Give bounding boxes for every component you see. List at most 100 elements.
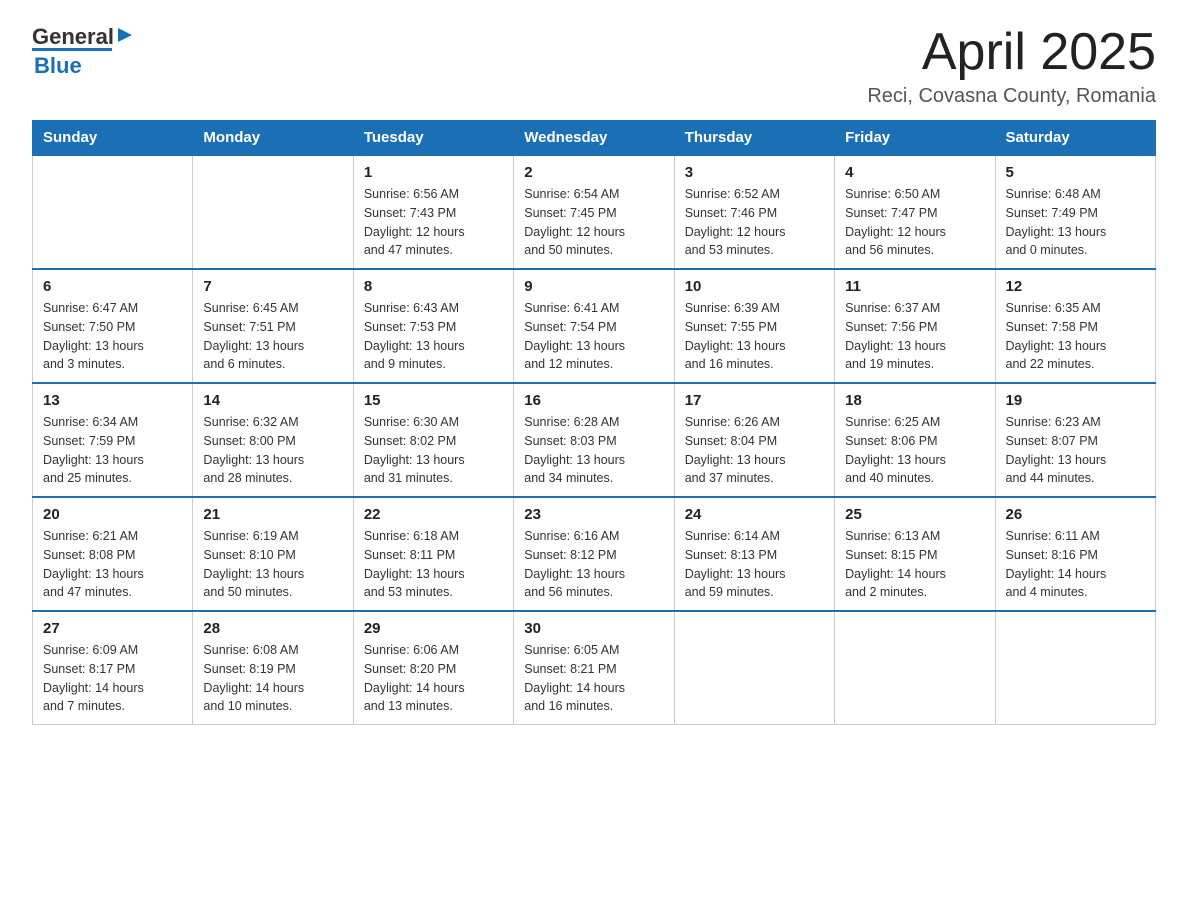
day-info: Sunrise: 6:08 AMSunset: 8:19 PMDaylight:… bbox=[203, 641, 342, 716]
day-info: Sunrise: 6:21 AMSunset: 8:08 PMDaylight:… bbox=[43, 527, 182, 602]
calendar-cell: 5 Sunrise: 6:48 AMSunset: 7:49 PMDaylight… bbox=[995, 155, 1155, 269]
day-info: Sunrise: 6:11 AMSunset: 8:16 PMDaylight:… bbox=[1006, 527, 1145, 602]
calendar-cell bbox=[995, 611, 1155, 725]
day-number: 29 bbox=[364, 620, 503, 637]
day-number: 6 bbox=[43, 278, 182, 295]
day-info: Sunrise: 6:23 AMSunset: 8:07 PMDaylight:… bbox=[1006, 413, 1145, 488]
calendar-header: SundayMondayTuesdayWednesdayThursdayFrid… bbox=[33, 121, 1156, 156]
calendar-cell: 18Sunrise: 6:25 AMSunset: 8:06 PMDayligh… bbox=[835, 383, 995, 497]
calendar-cell: 1 Sunrise: 6:56 AMSunset: 7:43 PMDaylight… bbox=[353, 155, 513, 269]
day-number: 12 bbox=[1006, 278, 1145, 295]
calendar-cell: 7Sunrise: 6:45 AMSunset: 7:51 PMDaylight… bbox=[193, 269, 353, 383]
day-number: 7 bbox=[203, 278, 342, 295]
calendar-cell: 22 Sunrise: 6:18 AMSunset: 8:11 PMDayligh… bbox=[353, 497, 513, 611]
calendar-cell: 4Sunrise: 6:50 AMSunset: 7:47 PMDaylight… bbox=[835, 155, 995, 269]
day-number: 13 bbox=[43, 392, 182, 409]
calendar-cell: 2Sunrise: 6:54 AMSunset: 7:45 PMDaylight… bbox=[514, 155, 674, 269]
calendar-cell bbox=[193, 155, 353, 269]
day-info: Sunrise: 6:18 AMSunset: 8:11 PMDaylight:… bbox=[364, 527, 503, 602]
day-info: Sunrise: 6:16 AMSunset: 8:12 PMDaylight:… bbox=[524, 527, 663, 602]
calendar-cell: 11 Sunrise: 6:37 AMSunset: 7:56 PMDayligh… bbox=[835, 269, 995, 383]
day-number: 18 bbox=[845, 392, 984, 409]
day-info: Sunrise: 6:28 AMSunset: 8:03 PMDaylight:… bbox=[524, 413, 663, 488]
day-info: Sunrise: 6:37 AMSunset: 7:56 PMDaylight:… bbox=[845, 299, 984, 374]
calendar-cell: 16 Sunrise: 6:28 AMSunset: 8:03 PMDayligh… bbox=[514, 383, 674, 497]
day-info: Sunrise: 6:56 AMSunset: 7:43 PMDaylight:… bbox=[364, 185, 503, 260]
logo-arrow-icon bbox=[116, 24, 134, 50]
day-number: 26 bbox=[1006, 506, 1145, 523]
day-info: Sunrise: 6:35 AMSunset: 7:58 PMDaylight:… bbox=[1006, 299, 1145, 374]
header-monday: Monday bbox=[193, 121, 353, 156]
day-number: 3 bbox=[685, 164, 824, 181]
header-friday: Friday bbox=[835, 121, 995, 156]
header-wednesday: Wednesday bbox=[514, 121, 674, 156]
calendar-cell: 9 Sunrise: 6:41 AMSunset: 7:54 PMDaylight… bbox=[514, 269, 674, 383]
calendar-cell: 3 Sunrise: 6:52 AMSunset: 7:46 PMDaylight… bbox=[674, 155, 834, 269]
day-info: Sunrise: 6:13 AMSunset: 8:15 PMDaylight:… bbox=[845, 527, 984, 602]
day-info: Sunrise: 6:47 AMSunset: 7:50 PMDaylight:… bbox=[43, 299, 182, 374]
day-number: 8 bbox=[364, 278, 503, 295]
day-number: 23 bbox=[524, 506, 663, 523]
day-number: 15 bbox=[364, 392, 503, 409]
calendar-cell: 21 Sunrise: 6:19 AMSunset: 8:10 PMDayligh… bbox=[193, 497, 353, 611]
calendar-cell bbox=[674, 611, 834, 725]
header-thursday: Thursday bbox=[674, 121, 834, 156]
day-info: Sunrise: 6:26 AMSunset: 8:04 PMDaylight:… bbox=[685, 413, 824, 488]
calendar-cell: 10 Sunrise: 6:39 AMSunset: 7:55 PMDayligh… bbox=[674, 269, 834, 383]
day-info: Sunrise: 6:30 AMSunset: 8:02 PMDaylight:… bbox=[364, 413, 503, 488]
day-info: Sunrise: 6:48 AMSunset: 7:49 PMDaylight:… bbox=[1006, 185, 1145, 260]
page-header: General Blue April 2025 Reci, Covasna Co… bbox=[32, 24, 1156, 108]
calendar-cell: 17Sunrise: 6:26 AMSunset: 8:04 PMDayligh… bbox=[674, 383, 834, 497]
day-info: Sunrise: 6:34 AMSunset: 7:59 PMDaylight:… bbox=[43, 413, 182, 488]
day-info: Sunrise: 6:06 AMSunset: 8:20 PMDaylight:… bbox=[364, 641, 503, 716]
week-row-4: 20 Sunrise: 6:21 AMSunset: 8:08 PMDayligh… bbox=[33, 497, 1156, 611]
day-number: 24 bbox=[685, 506, 824, 523]
week-row-3: 13 Sunrise: 6:34 AMSunset: 7:59 PMDayligh… bbox=[33, 383, 1156, 497]
header-saturday: Saturday bbox=[995, 121, 1155, 156]
day-info: Sunrise: 6:39 AMSunset: 7:55 PMDaylight:… bbox=[685, 299, 824, 374]
day-number: 20 bbox=[43, 506, 182, 523]
calendar-cell: 6 Sunrise: 6:47 AMSunset: 7:50 PMDaylight… bbox=[33, 269, 193, 383]
day-number: 11 bbox=[845, 278, 984, 295]
calendar-cell: 26 Sunrise: 6:11 AMSunset: 8:16 PMDayligh… bbox=[995, 497, 1155, 611]
day-number: 28 bbox=[203, 620, 342, 637]
day-number: 16 bbox=[524, 392, 663, 409]
day-number: 9 bbox=[524, 278, 663, 295]
calendar-table: SundayMondayTuesdayWednesdayThursdayFrid… bbox=[32, 120, 1156, 725]
week-row-1: 1 Sunrise: 6:56 AMSunset: 7:43 PMDaylight… bbox=[33, 155, 1156, 269]
calendar-cell bbox=[33, 155, 193, 269]
week-row-2: 6 Sunrise: 6:47 AMSunset: 7:50 PMDaylight… bbox=[33, 269, 1156, 383]
day-number: 22 bbox=[364, 506, 503, 523]
day-info: Sunrise: 6:52 AMSunset: 7:46 PMDaylight:… bbox=[685, 185, 824, 260]
month-title: April 2025 bbox=[867, 24, 1156, 81]
calendar-cell: 30 Sunrise: 6:05 AMSunset: 8:21 PMDayligh… bbox=[514, 611, 674, 725]
calendar-cell: 28 Sunrise: 6:08 AMSunset: 8:19 PMDayligh… bbox=[193, 611, 353, 725]
day-info: Sunrise: 6:43 AMSunset: 7:53 PMDaylight:… bbox=[364, 299, 503, 374]
calendar-cell: 23 Sunrise: 6:16 AMSunset: 8:12 PMDayligh… bbox=[514, 497, 674, 611]
day-number: 10 bbox=[685, 278, 824, 295]
calendar-cell: 19 Sunrise: 6:23 AMSunset: 8:07 PMDayligh… bbox=[995, 383, 1155, 497]
logo-blue-text: Blue bbox=[34, 53, 82, 78]
location-subtitle: Reci, Covasna County, Romania bbox=[867, 85, 1156, 108]
days-of-week-row: SundayMondayTuesdayWednesdayThursdayFrid… bbox=[33, 121, 1156, 156]
title-block: April 2025 Reci, Covasna County, Romania bbox=[867, 24, 1156, 108]
calendar-cell bbox=[835, 611, 995, 725]
calendar-cell: 15 Sunrise: 6:30 AMSunset: 8:02 PMDayligh… bbox=[353, 383, 513, 497]
calendar-body: 1 Sunrise: 6:56 AMSunset: 7:43 PMDaylight… bbox=[33, 155, 1156, 725]
day-info: Sunrise: 6:05 AMSunset: 8:21 PMDaylight:… bbox=[524, 641, 663, 716]
week-row-5: 27Sunrise: 6:09 AMSunset: 8:17 PMDayligh… bbox=[33, 611, 1156, 725]
header-sunday: Sunday bbox=[33, 121, 193, 156]
day-info: Sunrise: 6:19 AMSunset: 8:10 PMDaylight:… bbox=[203, 527, 342, 602]
calendar-cell: 29 Sunrise: 6:06 AMSunset: 8:20 PMDayligh… bbox=[353, 611, 513, 725]
day-number: 5 bbox=[1006, 164, 1145, 181]
day-info: Sunrise: 6:41 AMSunset: 7:54 PMDaylight:… bbox=[524, 299, 663, 374]
day-number: 1 bbox=[364, 164, 503, 181]
calendar-cell: 25Sunrise: 6:13 AMSunset: 8:15 PMDayligh… bbox=[835, 497, 995, 611]
calendar-cell: 12 Sunrise: 6:35 AMSunset: 7:58 PMDayligh… bbox=[995, 269, 1155, 383]
day-info: Sunrise: 6:32 AMSunset: 8:00 PMDaylight:… bbox=[203, 413, 342, 488]
day-number: 30 bbox=[524, 620, 663, 637]
day-number: 21 bbox=[203, 506, 342, 523]
calendar-cell: 8 Sunrise: 6:43 AMSunset: 7:53 PMDaylight… bbox=[353, 269, 513, 383]
day-number: 19 bbox=[1006, 392, 1145, 409]
header-tuesday: Tuesday bbox=[353, 121, 513, 156]
